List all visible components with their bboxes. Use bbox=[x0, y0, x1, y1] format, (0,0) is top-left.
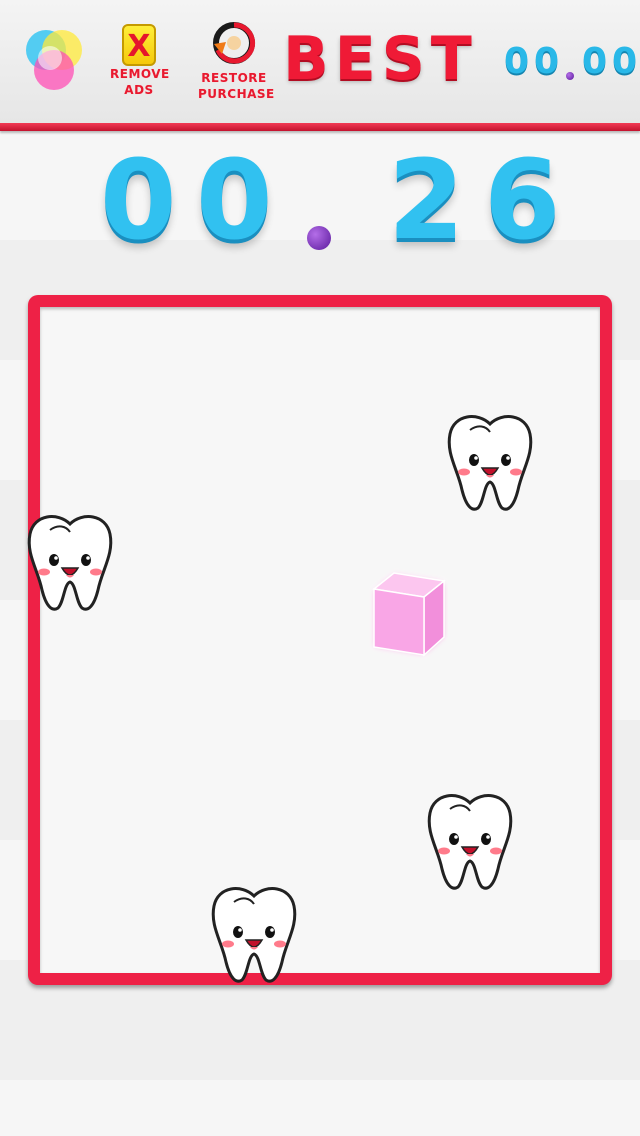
restore-purchase-button[interactable]: RESTORE PURCHASE bbox=[198, 20, 275, 104]
restore-arrow-icon bbox=[213, 22, 256, 64]
cube-icon bbox=[372, 572, 446, 657]
best-score-label: BEST bbox=[283, 24, 478, 94]
remove-ads-button[interactable]: X REMOVE ADS bbox=[110, 24, 170, 104]
pink-cube-player[interactable] bbox=[368, 567, 448, 659]
best-digit: 0 bbox=[534, 41, 560, 82]
color-circles-icon bbox=[26, 30, 82, 90]
timer-decimal-dot bbox=[307, 226, 331, 250]
theme-button[interactable] bbox=[22, 24, 84, 96]
best-digit: 0 bbox=[504, 41, 530, 82]
restore-purchase-label: RESTORE PURCHASE bbox=[198, 71, 275, 101]
timer-digit: 0 bbox=[100, 136, 177, 264]
timer-digit: 6 bbox=[484, 136, 561, 264]
best-digit: 0 bbox=[612, 41, 638, 82]
best-score-value: 0 0 0 0 bbox=[496, 40, 638, 84]
tooth-enemy bbox=[424, 789, 516, 893]
tooth-enemy bbox=[444, 410, 536, 514]
elapsed-timer: 0 0 2 6 bbox=[0, 140, 640, 260]
game-board[interactable] bbox=[28, 295, 612, 985]
remove-ads-label: REMOVE ADS bbox=[110, 67, 170, 97]
best-decimal-dot bbox=[566, 72, 574, 80]
timer-digit: 0 bbox=[196, 136, 273, 264]
top-divider bbox=[0, 123, 640, 131]
timer-digit: 2 bbox=[388, 136, 465, 264]
best-digit: 0 bbox=[582, 41, 608, 82]
remove-ads-icon: X bbox=[122, 24, 156, 66]
tooth-enemy bbox=[208, 882, 300, 986]
tooth-enemy bbox=[24, 510, 116, 614]
